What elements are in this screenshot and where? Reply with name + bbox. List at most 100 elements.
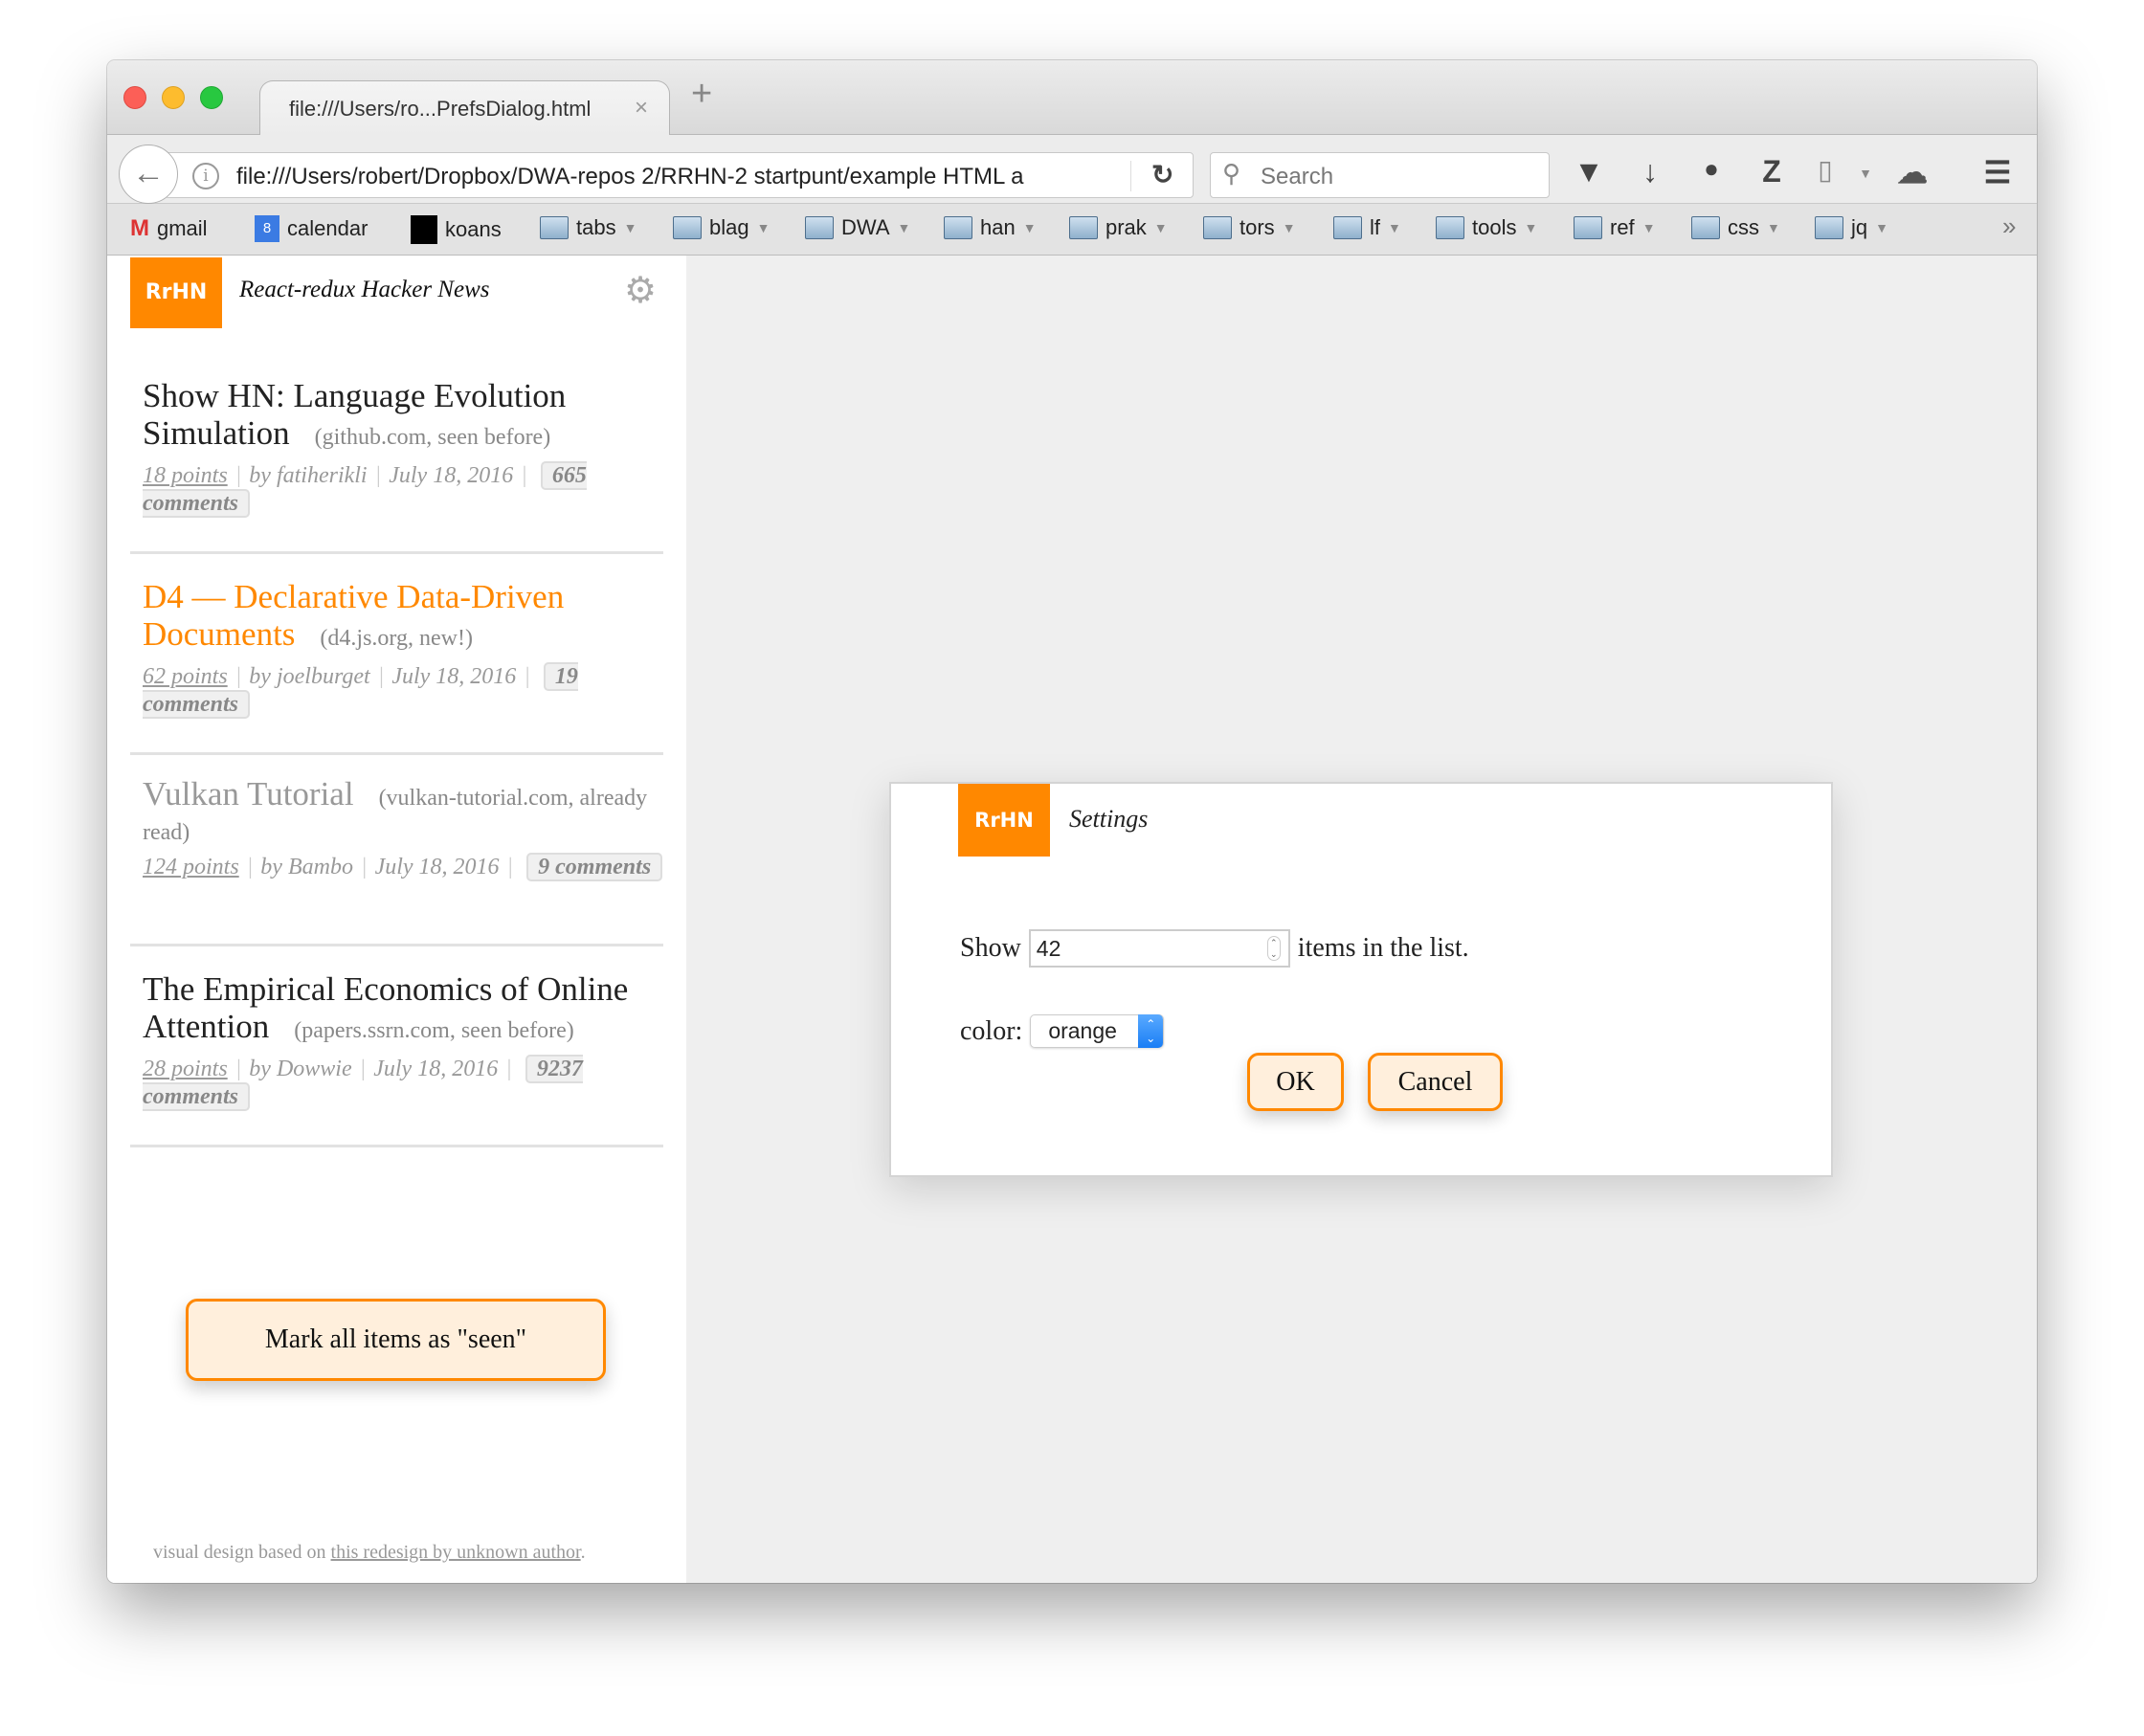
folder-icon — [1574, 216, 1602, 239]
news-item: Show HN: Language Evolution Simulation (g… — [143, 377, 664, 518]
bookmark-folder-lf[interactable]: lf ▼ — [1333, 215, 1401, 240]
mark-all-seen-button[interactable]: Mark all items as "seen" — [186, 1299, 606, 1381]
comment-count: 19 — [554, 664, 578, 689]
date: July 18, 2016 — [389, 463, 514, 488]
comments-link[interactable]: 9 comments — [526, 853, 663, 881]
new-tab-button[interactable]: + — [691, 74, 712, 115]
chevron-down-icon: ▼ — [1875, 220, 1888, 235]
folder-icon — [1203, 216, 1232, 239]
cancel-button[interactable]: Cancel — [1368, 1053, 1503, 1111]
number-stepper-icon[interactable]: ⌃ ⌄ — [1266, 936, 1281, 961]
chevron-down-icon: ▼ — [1524, 220, 1538, 235]
minimize-window-button[interactable] — [162, 86, 185, 109]
download-icon[interactable]: ↓ — [1629, 154, 1671, 189]
bookmark-folder-jq[interactable]: jq ▼ — [1815, 215, 1888, 240]
color-select[interactable]: orange ⌃ ⌄ — [1030, 1014, 1165, 1048]
folder-icon — [1815, 216, 1843, 239]
close-window-button[interactable] — [123, 86, 146, 109]
divider — [130, 752, 663, 755]
footer-text: visual design based on — [153, 1542, 331, 1563]
comments-label: comments — [143, 692, 238, 717]
points: 124 points — [143, 855, 239, 879]
cloud-icon[interactable]: ☁ — [1891, 154, 1933, 190]
search-icon: ⚲ — [1222, 159, 1241, 188]
chevron-down-icon: ▼ — [1388, 220, 1401, 235]
bookmark-label: han — [980, 215, 1016, 239]
news-sidebar: RrHN React-redux Hacker News ⚙ Show HN: … — [107, 256, 686, 1583]
news-item: D4 — Declarative Data-Driven Documents (d… — [143, 578, 664, 719]
news-item-title-line: D4 — Declarative Data-Driven Documents (d… — [143, 578, 664, 657]
date: July 18, 2016 — [373, 1057, 499, 1081]
news-item-title-line: The Empirical Economics of Online Attent… — [143, 970, 664, 1050]
reload-icon[interactable]: ↻ — [1151, 159, 1173, 190]
bookmark-folder-blag[interactable]: blag ▼ — [673, 215, 770, 240]
points: 28 points — [143, 1057, 228, 1081]
divider — [130, 1145, 663, 1147]
search-input[interactable]: ⚲ Search — [1210, 152, 1550, 198]
bookmark-folder-han[interactable]: han ▼ — [944, 215, 1037, 240]
menu-icon[interactable]: ☰ — [1976, 154, 2019, 190]
chevron-down-icon[interactable]: ▼ — [1844, 166, 1887, 181]
bookmark-koans[interactable]: koans — [411, 215, 502, 244]
bookmark-gmail[interactable]: Mgmail — [130, 215, 208, 242]
bookmark-calendar[interactable]: 8 calendar — [255, 215, 368, 242]
news-item-title-line: Vulkan Tutorial (vulkan-tutorial.com, alr… — [143, 777, 664, 848]
chevron-down-icon: ▼ — [1022, 220, 1037, 235]
tab-close-icon[interactable]: × — [635, 95, 648, 122]
comment-count: 9 — [538, 855, 550, 879]
zoom-window-button[interactable] — [200, 86, 223, 109]
news-item-meta: 28 points | by Dowwie | July 18, 2016 | 9237 … — [143, 1055, 583, 1111]
info-icon[interactable]: i — [192, 163, 219, 189]
url-bar[interactable]: i file:///Users/robert/Dropbox/DWA-repos… — [165, 152, 1194, 198]
bookmark-label: ref — [1610, 215, 1635, 239]
divider — [1130, 161, 1131, 191]
bookmark-folder-css[interactable]: css ▼ — [1691, 215, 1780, 240]
bookmark-folder-prak[interactable]: prak ▼ — [1069, 215, 1168, 240]
bookmark-label: koans — [445, 217, 502, 241]
chevron-down-icon: ▼ — [1153, 220, 1168, 235]
folder-icon — [1069, 216, 1098, 239]
items-suffix-label: items in the list. — [1297, 933, 1469, 963]
bookmark-folder-dwa[interactable]: DWA ▼ — [805, 215, 910, 240]
footer-credit: visual design based on this redesign by … — [153, 1542, 586, 1564]
bookmark-label: jq — [1851, 215, 1868, 239]
ok-button[interactable]: OK — [1247, 1053, 1344, 1111]
folder-icon — [1333, 216, 1362, 239]
evernote-icon[interactable]: ● — [1690, 154, 1732, 184]
news-item: The Empirical Economics of Online Attent… — [143, 970, 664, 1111]
gmail-icon: M — [130, 215, 149, 241]
bookmark-folder-tors[interactable]: tors ▼ — [1203, 215, 1296, 240]
bookmark-label: tabs — [576, 215, 616, 239]
footer-text: . — [580, 1542, 586, 1563]
bookmark-folder-ref[interactable]: ref ▼ — [1574, 215, 1656, 240]
chevron-down-icon: ▼ — [1282, 220, 1296, 235]
bookmark-label: blag — [709, 215, 749, 239]
date: July 18, 2016 — [391, 664, 517, 689]
tab-active[interactable]: file:///Users/ro...PrefsDialog.html × — [259, 80, 670, 136]
back-button[interactable]: ← — [119, 145, 178, 204]
divider — [130, 944, 663, 946]
comments-label: comments — [555, 855, 652, 879]
bookmarks-overflow-icon[interactable]: » — [2002, 211, 2016, 241]
bookmark-folder-tabs[interactable]: tabs ▼ — [540, 215, 636, 240]
comment-count: 665 — [551, 463, 587, 488]
pocket-icon[interactable]: ▼ — [1568, 154, 1610, 189]
gear-icon[interactable]: ⚙ — [624, 269, 657, 312]
color-label: color: — [960, 1015, 1023, 1046]
bookmark-folder-tools[interactable]: tools ▼ — [1436, 215, 1537, 240]
news-item-domain: (github.com, seen before) — [314, 425, 551, 450]
count-row: Show 42 ⌃ ⌄ items in the list. — [960, 929, 1469, 968]
chevron-down-icon: ▼ — [1642, 220, 1656, 235]
folder-icon — [1436, 216, 1464, 239]
redesign-link[interactable]: this redesign by unknown author — [331, 1542, 581, 1563]
item-count-input[interactable]: 42 ⌃ ⌄ — [1028, 929, 1290, 968]
url-text[interactable]: file:///Users/robert/Dropbox/DWA-repos 2… — [236, 164, 1079, 190]
news-item: Vulkan Tutorial (vulkan-tutorial.com, alr… — [143, 777, 664, 881]
news-item-meta: 62 points | by joelburget | July 18, 2016 | 1… — [143, 662, 578, 719]
news-item-title[interactable]: Vulkan Tutorial — [143, 775, 354, 812]
zotero-icon[interactable]: Z — [1751, 154, 1793, 189]
bookmarks-bar: Mgmail 8 calendar koans tabs ▼ blag ▼ DWA ▼ … — [107, 204, 2037, 256]
news-item-meta: 124 points | by Bambo | July 18, 2016 | 9 com… — [143, 853, 664, 881]
page-icon[interactable]: ▯ — [1804, 154, 1846, 186]
color-select-value: orange — [1048, 1018, 1117, 1043]
